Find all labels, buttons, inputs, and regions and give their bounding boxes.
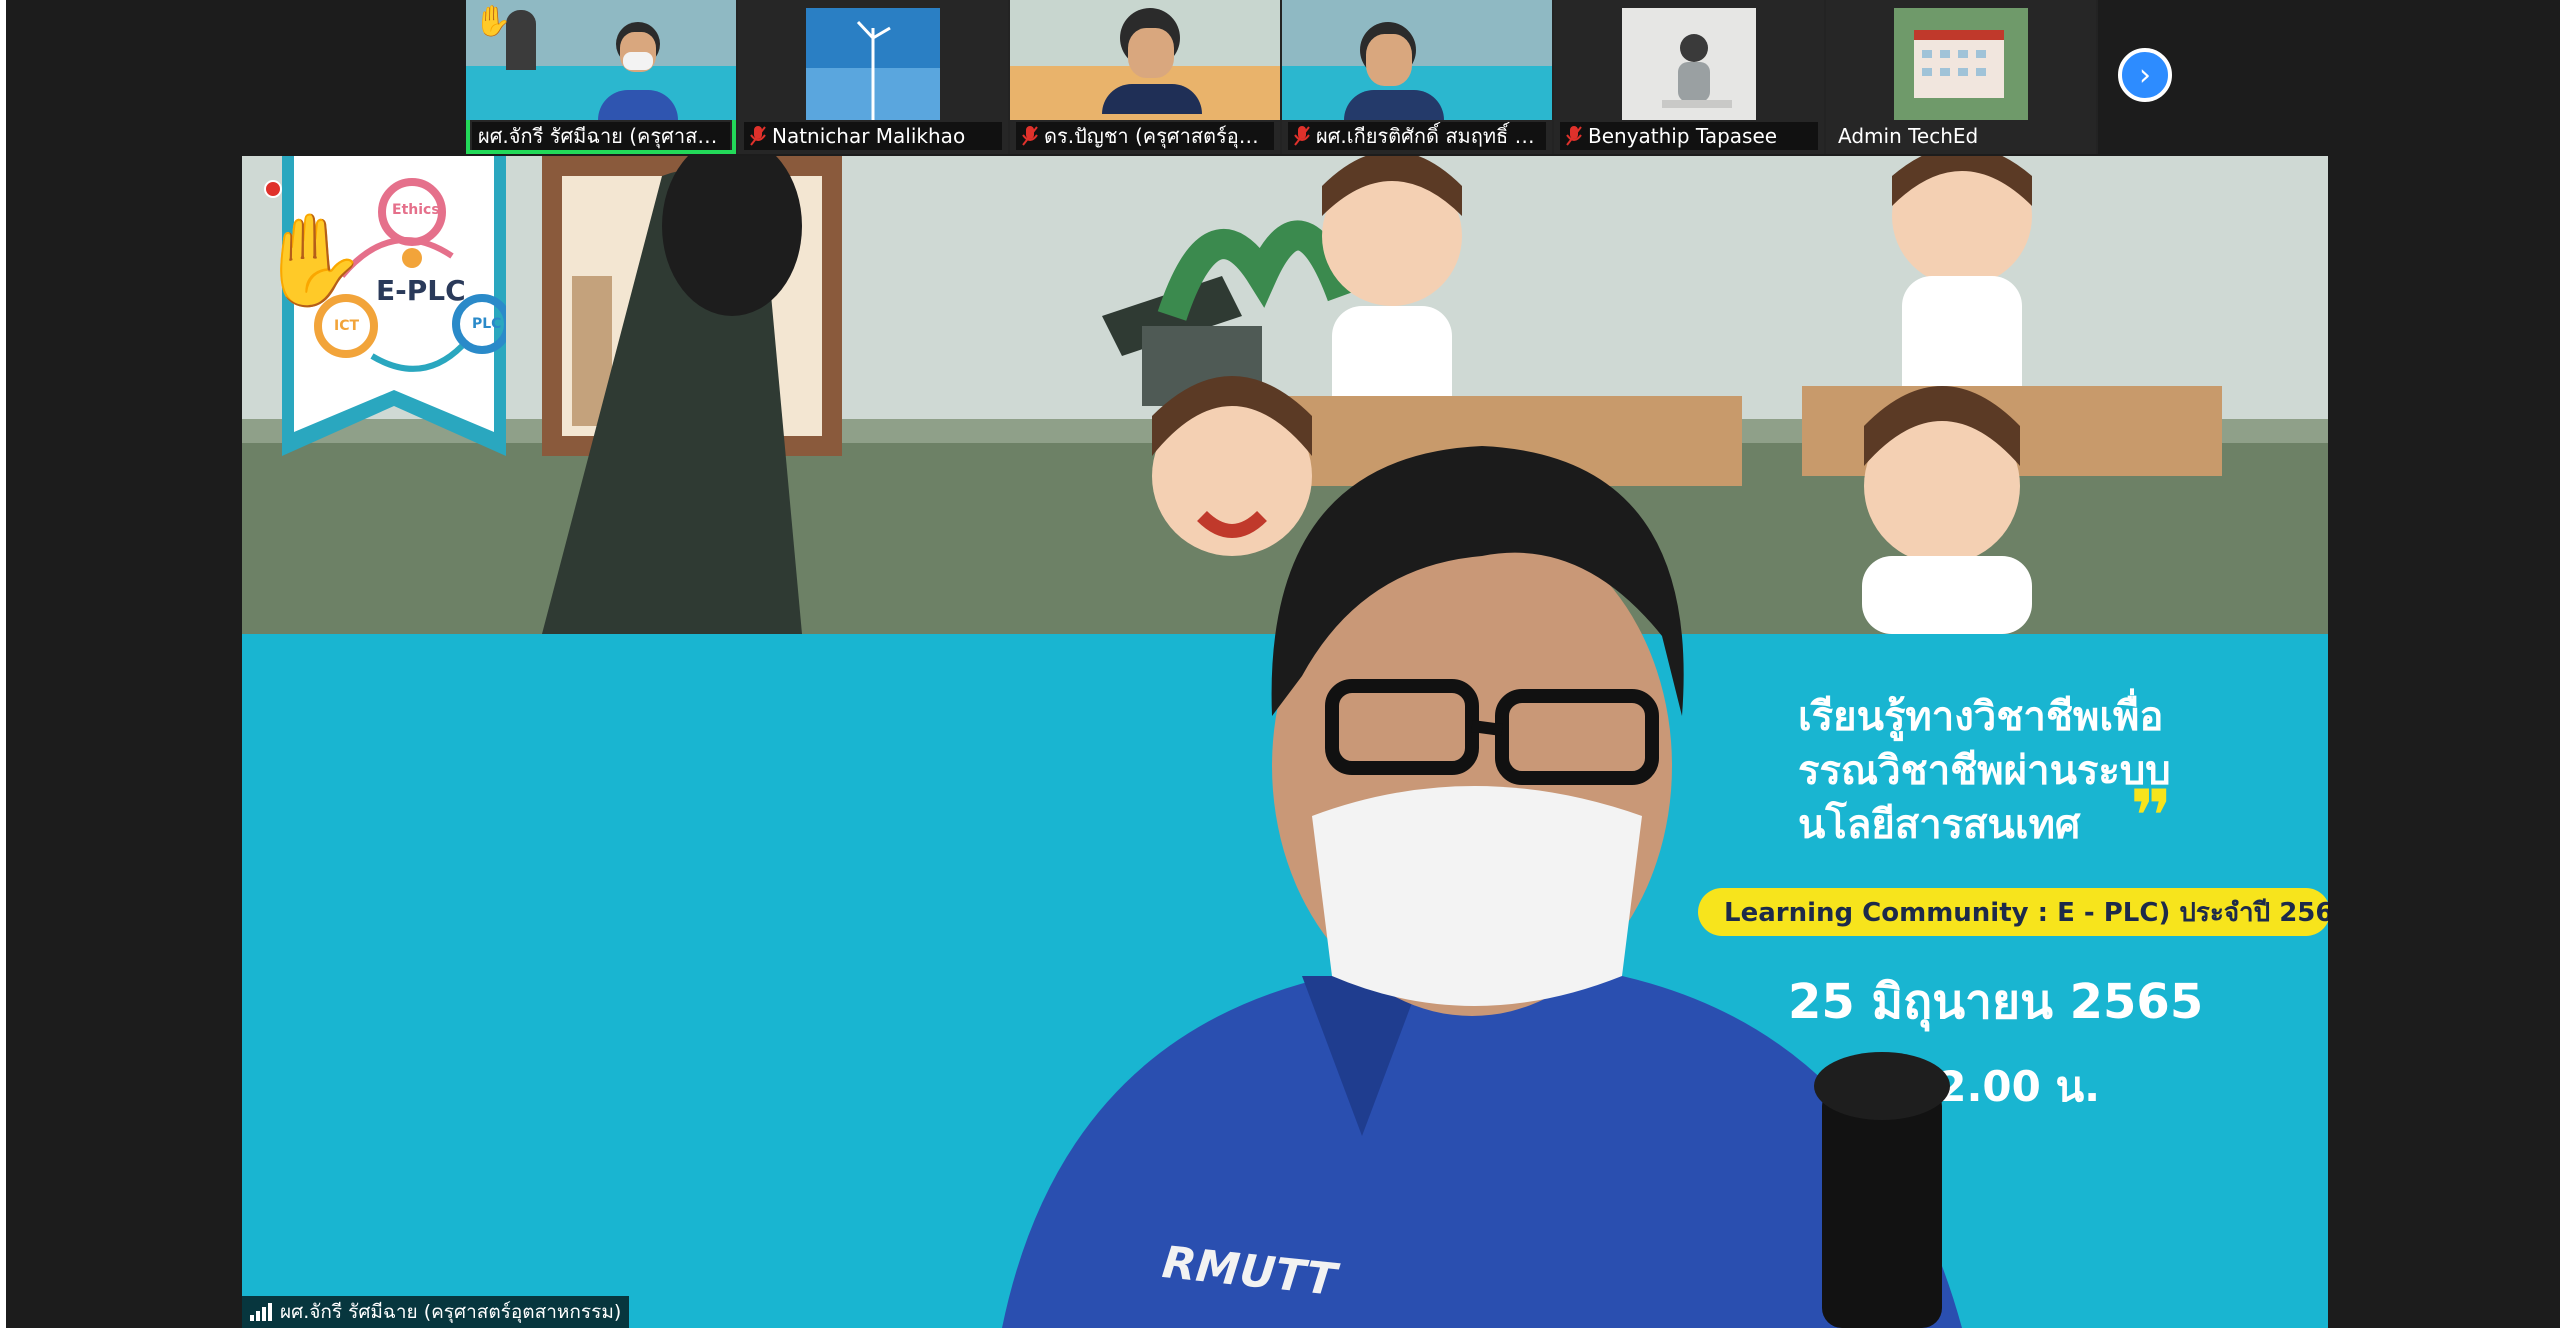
participant-video: [1282, 0, 1552, 120]
connection-signal-icon: [250, 1303, 272, 1321]
participant-name-label: ดร.ปัญชา (ครุศาสตร์อุตสาห...: [1016, 122, 1274, 150]
participant-tile-2[interactable]: ดร.ปัญชา (ครุศาสตร์อุตสาห...: [1010, 0, 1280, 154]
participant-name-label: Admin TechEd: [1832, 122, 2090, 150]
participant-photo: [1622, 8, 1756, 120]
participant-video: [1010, 0, 1280, 120]
mic-muted-icon: [1566, 126, 1582, 146]
chevron-right-icon: ›: [2139, 57, 2151, 93]
participant-name: ผศ.เกียรติศักดิ์ สมฤทธิ์ (ครุ...: [1316, 124, 1540, 148]
participant-tile-1[interactable]: Natnichar Malikhao: [738, 0, 1008, 154]
speaker-figure: [1002, 446, 1962, 1328]
participant-name-label: ผศ.เกียรติศักดิ์ สมฤทธิ์ (ครุ...: [1288, 122, 1546, 150]
participant-name-label: Benyathip Tapasee: [1560, 122, 1818, 150]
participant-tile-0[interactable]: ✋ ผศ.จักรี รัศมีฉาย (ครุศาสตร์อุ...: [466, 0, 736, 154]
mic-muted-icon: [750, 126, 766, 146]
participant-name: Admin TechEd: [1838, 124, 1979, 148]
participant-photo: [1894, 8, 2028, 120]
mic-muted-icon: [1294, 126, 1310, 146]
participant-name-label: Natnichar Malikhao: [744, 122, 1002, 150]
active-speaker-name-label: ผศ.จักรี รัศมีฉาย (ครุศาสตร์อุตสาหกรรม): [242, 1296, 630, 1328]
zoom-meeting-window: ✋ ผศ.จักรี รัศมีฉาย (ครุศาสตร์อุ... Natn…: [0, 0, 2560, 1328]
participant-thumbnail-strip: ✋ ผศ.จักรี รัศมีฉาย (ครุศาสตร์อุ... Natn…: [466, 0, 2098, 154]
participant-tile-3[interactable]: ผศ.เกียรติศักดิ์ สมฤทธิ์ (ครุ...: [1282, 0, 1552, 154]
participant-name: ผศ.จักรี รัศมีฉาย (ครุศาสตร์อุ...: [478, 124, 724, 148]
raise-hand-icon: ✋: [474, 4, 512, 39]
participant-photo: [806, 8, 940, 120]
participant-name: Benyathip Tapasee: [1588, 124, 1778, 148]
participant-tile-5[interactable]: Admin TechEd: [1826, 0, 2096, 154]
active-speaker-video[interactable]: E-PLC Ethics ICT PLC ✋ เรียนรู้ทางวิชาชี…: [242, 156, 2328, 1328]
participant-name: ดร.ปัญชา (ครุศาสตร์อุตสาห...: [1044, 124, 1268, 148]
mic-muted-icon: [1022, 126, 1038, 146]
next-page-button[interactable]: ›: [2118, 48, 2172, 102]
participant-tile-4[interactable]: Benyathip Tapasee: [1554, 0, 1824, 154]
active-speaker-name: ผศ.จักรี รัศมีฉาย (ครุศาสตร์อุตสาหกรรม): [280, 1301, 622, 1323]
participant-name: Natnichar Malikhao: [772, 124, 966, 148]
window-edge: [0, 0, 6, 1328]
participant-name-label: ผศ.จักรี รัศมีฉาย (ครุศาสตร์อุ...: [472, 122, 730, 150]
